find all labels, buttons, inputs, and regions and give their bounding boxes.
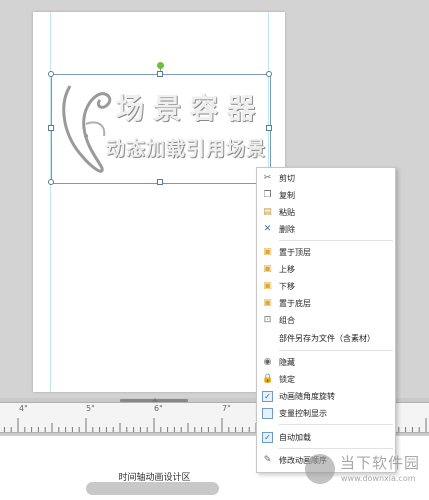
menu-item-bring-to-front[interactable]: ▣ 置于顶层 [257,244,395,261]
copy-icon: ❐ [263,190,272,200]
menu-item-paste[interactable]: ▤ 粘贴 [257,204,395,221]
menu-item-auto-load[interactable]: ✓ 自动加载 [257,429,395,446]
resize-handle-left[interactable] [48,125,54,131]
move-up-icon: ▣ [263,264,272,274]
stage-page[interactable] [33,12,285,392]
delete-x-icon: ✕ [263,224,272,234]
ruler-label-5: 5" [86,404,95,413]
group-icon: ⊡ [263,315,272,325]
menu-item-lock[interactable]: 🔒 锁定 [257,371,395,388]
watermark-logo-icon [305,454,335,484]
menu-item-move-up[interactable]: ▣ 上移 [257,261,395,278]
paste-icon: ▤ [263,207,272,217]
watermark: 当下软件园 www.downxia.com [305,450,425,494]
menu-separator [279,240,393,241]
timeline-scrollbar[interactable] [86,482,219,495]
lock-icon: 🔒 [262,374,274,384]
rotation-handle[interactable] [157,62,164,69]
selection-box[interactable] [51,74,271,184]
eye-icon: ◉ [263,357,272,367]
checkbox-checked-icon[interactable]: ✓ [262,391,273,402]
resize-handle-right[interactable] [266,125,272,131]
ruler-label-6: 6" [154,404,163,413]
menu-item-copy[interactable]: ❐ 复制 [257,187,395,204]
resize-handle-bottom-left[interactable] [48,179,54,185]
menu-separator [279,350,393,351]
ruler-label-7: 7" [222,404,231,413]
checkbox-unchecked-icon[interactable] [262,408,273,419]
checkbox-checked-icon[interactable]: ✓ [262,432,273,443]
guide-line-left [50,12,51,392]
resize-handle-top-right[interactable] [266,71,272,77]
scissors-icon: ✂ [263,173,272,183]
move-down-icon: ▣ [263,281,272,291]
menu-separator [279,424,393,425]
resize-handle-top-left[interactable] [48,71,54,77]
context-menu: ✂ 剪切 ❐ 复制 ▤ 粘贴 ✕ 删除 ▣ 置于顶层 ▣ 上移 ▣ 下移 ▣ 置… [256,167,396,473]
menu-item-send-to-back[interactable]: ▣ 置于底层 [257,295,395,312]
bring-to-front-icon: ▣ [263,247,272,257]
menu-item-cut[interactable]: ✂ 剪切 [257,170,395,187]
watermark-url: www.downxia.com [341,474,416,483]
watermark-title: 当下软件园 [340,454,421,472]
menu-item-save-component[interactable]: 部件另存为文件（含素材） [257,330,395,347]
menu-item-move-down[interactable]: ▣ 下移 [257,278,395,295]
menu-item-group[interactable]: ⊡ 组合 [257,312,395,329]
menu-item-rotate-with-angle[interactable]: ✓ 动画随角度旋转 [257,388,395,405]
resize-handle-top[interactable] [157,71,163,77]
send-to-back-icon: ▣ [263,298,272,308]
edit-order-icon: ✎ [263,455,272,465]
menu-item-delete[interactable]: ✕ 删除 [257,221,395,238]
resize-handle-bottom[interactable] [157,179,163,185]
menu-separator [279,448,393,449]
menu-item-hide[interactable]: ◉ 隐藏 [257,354,395,371]
ruler-label-4: 4" [19,404,28,413]
menu-item-variable-display[interactable]: 变量控制显示 [257,405,395,422]
